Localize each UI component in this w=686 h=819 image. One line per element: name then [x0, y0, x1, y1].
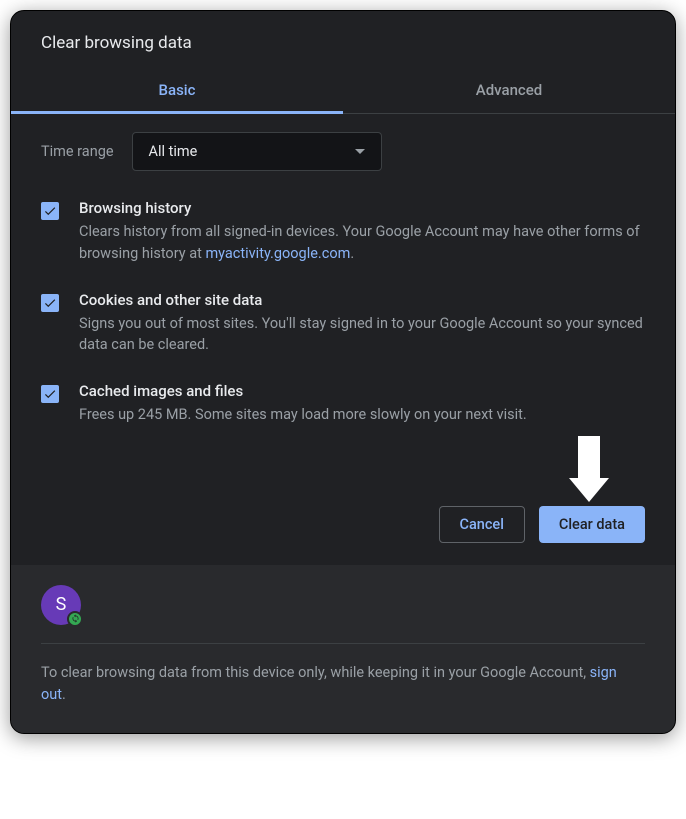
myactivity-link[interactable]: myactivity.google.com — [205, 245, 350, 262]
check-icon — [43, 387, 57, 401]
checkbox-cache[interactable] — [41, 385, 59, 403]
tab-basic[interactable]: Basic — [11, 67, 343, 113]
tab-advanced[interactable]: Advanced — [343, 67, 675, 113]
avatar-letter: S — [56, 594, 67, 615]
button-row: Cancel Clear data — [11, 446, 675, 565]
dialog-title: Clear browsing data — [41, 33, 645, 53]
option-content: Browsing history Clears history from all… — [79, 199, 645, 265]
option-description: Clears history from all signed-in device… — [79, 221, 645, 265]
avatar: S — [41, 585, 81, 625]
time-range-value: All time — [149, 143, 198, 160]
footer-text: To clear browsing data from this device … — [41, 662, 645, 707]
chevron-down-icon — [355, 149, 365, 154]
option-content: Cached images and files Frees up 245 MB.… — [79, 382, 645, 426]
dialog-body: Time range All time Browsing history Cle… — [11, 114, 675, 446]
time-range-select[interactable]: All time — [132, 132, 382, 171]
option-content: Cookies and other site data Signs you ou… — [79, 291, 645, 357]
option-description: Frees up 245 MB. Some sites may load mor… — [79, 404, 645, 426]
clear-browsing-data-dialog: Clear browsing data Basic Advanced Time … — [10, 10, 676, 734]
dialog-footer: S To clear browsing data from this devic… — [11, 565, 675, 733]
option-title: Browsing history — [79, 199, 645, 217]
checkbox-cookies[interactable] — [41, 294, 59, 312]
option-title: Cookies and other site data — [79, 291, 645, 309]
clear-data-button[interactable]: Clear data — [539, 506, 645, 543]
checkbox-browsing-history[interactable] — [41, 202, 59, 220]
avatar-row: S — [41, 585, 645, 625]
sync-icon — [67, 611, 83, 627]
check-icon — [43, 296, 57, 310]
tabs: Basic Advanced — [11, 67, 675, 114]
time-range-row: Time range All time — [41, 132, 645, 171]
divider — [41, 643, 645, 644]
time-range-label: Time range — [41, 143, 114, 160]
option-title: Cached images and files — [79, 382, 645, 400]
dialog-header: Clear browsing data — [11, 11, 675, 67]
option-cache: Cached images and files Frees up 245 MB.… — [41, 382, 645, 426]
check-icon — [43, 204, 57, 218]
option-browsing-history: Browsing history Clears history from all… — [41, 199, 645, 265]
option-description: Signs you out of most sites. You'll stay… — [79, 313, 645, 357]
arrow-down-icon — [569, 436, 609, 506]
option-cookies: Cookies and other site data Signs you ou… — [41, 291, 645, 357]
cancel-button[interactable]: Cancel — [439, 506, 525, 543]
